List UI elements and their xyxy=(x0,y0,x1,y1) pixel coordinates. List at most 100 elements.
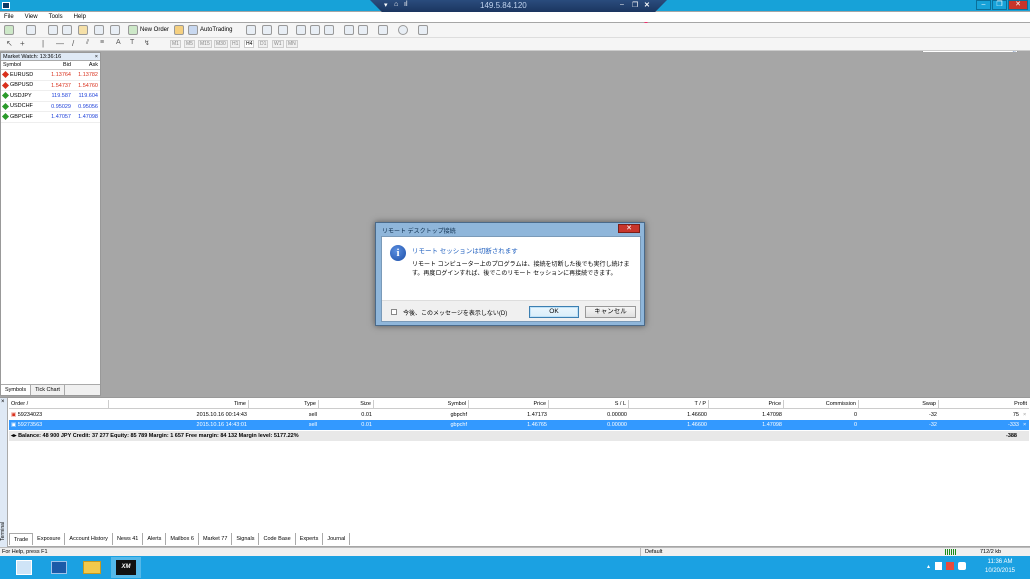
indicators-icon[interactable] xyxy=(378,25,388,35)
timeframe-h4[interactable]: H4 xyxy=(244,40,255,48)
tab-mailbox[interactable]: Mailbox 6 xyxy=(166,533,199,545)
header-commission[interactable]: Commission xyxy=(784,400,859,408)
header-size[interactable]: Size xyxy=(319,400,374,408)
arrows-tool-icon[interactable]: ↯ xyxy=(144,39,150,47)
header-time[interactable]: Time xyxy=(109,400,249,408)
ok-button[interactable]: OK xyxy=(529,306,579,318)
header-tp[interactable]: T / P xyxy=(629,400,709,408)
tab-journal[interactable]: Journal xyxy=(323,533,351,545)
header-current-price[interactable]: Price xyxy=(709,400,784,408)
header-swap[interactable]: Swap xyxy=(859,400,939,408)
market-watch-icon[interactable] xyxy=(48,25,58,35)
navigator-icon[interactable] xyxy=(62,25,72,35)
candlestick-icon[interactable] xyxy=(262,25,272,35)
trendline-icon[interactable]: / xyxy=(72,39,74,48)
tab-trade[interactable]: Trade xyxy=(9,533,34,545)
tab-account-history[interactable]: Account History xyxy=(65,533,113,545)
tile-windows-icon[interactable] xyxy=(324,25,334,35)
tab-symbols[interactable]: Symbols xyxy=(1,385,32,395)
dont-show-label[interactable]: 今後、このメッセージを表示しない(D) xyxy=(403,308,507,317)
tray-expand-icon[interactable]: ▴ xyxy=(927,563,930,570)
header-price[interactable]: Price xyxy=(469,400,549,408)
close-icon[interactable]: × xyxy=(1,399,5,405)
metaeditor-icon[interactable] xyxy=(174,25,184,35)
cursor-icon[interactable]: ↖ xyxy=(6,39,13,48)
label-tool-icon[interactable]: T xyxy=(130,39,134,46)
rdp-restore-button[interactable]: ❐ xyxy=(632,1,638,9)
tab-news[interactable]: News 41 xyxy=(113,533,144,545)
menu-tools[interactable]: Tools xyxy=(49,14,63,20)
new-chart-icon[interactable] xyxy=(4,25,14,35)
table-row-selected[interactable]: ▣ 59273563 2015.10.16 14:43:01 sell 0.01… xyxy=(9,420,1029,430)
line-chart-icon[interactable] xyxy=(278,25,288,35)
header-order[interactable]: Order / xyxy=(9,400,109,408)
market-watch-row[interactable]: EURUSD 1.13764 1.13782 xyxy=(1,70,100,81)
timeframe-mn[interactable]: MN xyxy=(286,40,298,48)
autotrading-button[interactable]: AutoTrading xyxy=(200,27,232,33)
network-icon[interactable] xyxy=(946,562,954,570)
header-bid[interactable]: Bid xyxy=(46,61,73,69)
minimize-button[interactable]: – xyxy=(976,0,991,10)
templates-icon[interactable] xyxy=(418,25,428,35)
market-watch-row[interactable]: GBPUSD 1.54737 1.54760 xyxy=(1,81,100,91)
close-button[interactable]: ✕ xyxy=(1008,0,1028,10)
tab-experts[interactable]: Experts xyxy=(296,533,324,545)
zoom-out-icon[interactable] xyxy=(310,25,320,35)
tab-market[interactable]: Market 77 xyxy=(199,533,233,545)
dialog-close-button[interactable]: ✕ xyxy=(618,224,640,233)
balance-row[interactable]: ◂▸ Balance: 48 900 JPY Credit: 37 277 Eq… xyxy=(9,431,1029,441)
timeframe-w1[interactable]: W1 xyxy=(272,40,284,48)
tab-alerts[interactable]: Alerts xyxy=(143,533,167,545)
new-order-button[interactable]: New Order xyxy=(140,27,169,33)
header-symbol[interactable]: Symbol xyxy=(1,61,46,69)
close-order-icon[interactable]: × xyxy=(1021,420,1029,430)
restore-button[interactable]: ❐ xyxy=(992,0,1007,10)
terminal-icon[interactable] xyxy=(94,25,104,35)
zoom-in-icon[interactable] xyxy=(296,25,306,35)
file-explorer-icon[interactable] xyxy=(78,557,108,578)
tester-icon[interactable] xyxy=(110,25,120,35)
crosshair-icon[interactable]: + xyxy=(20,39,25,48)
tab-tick-chart[interactable]: Tick Chart xyxy=(31,385,65,395)
close-order-icon[interactable]: × xyxy=(1021,410,1029,420)
menu-file[interactable]: File xyxy=(4,14,14,20)
market-watch-row[interactable]: USDCHF 0.95029 0.95056 xyxy=(1,102,100,112)
tab-exposure[interactable]: Exposure xyxy=(33,533,66,545)
timeframe-d1[interactable]: D1 xyxy=(258,40,269,48)
tab-code-base[interactable]: Code Base xyxy=(259,533,296,545)
volume-icon[interactable] xyxy=(958,562,966,570)
header-ask[interactable]: Ask xyxy=(73,61,100,69)
header-sl[interactable]: S / L xyxy=(549,400,629,408)
menu-view[interactable]: View xyxy=(25,14,38,20)
dont-show-checkbox[interactable] xyxy=(391,309,397,315)
clock-date[interactable]: 10/20/2015 xyxy=(978,568,1022,574)
pin-icon[interactable]: ▾ xyxy=(384,1,388,9)
xm-terminal-taskbar-button[interactable]: XM xyxy=(111,557,141,578)
bar-chart-icon[interactable] xyxy=(246,25,256,35)
flag-icon[interactable] xyxy=(935,562,942,570)
timeframe-m5[interactable]: M5 xyxy=(184,40,195,48)
tab-signals[interactable]: Signals xyxy=(232,533,260,545)
table-row[interactable]: ▣ 59234023 2015.10.16 00:14:43 sell 0.01… xyxy=(9,410,1029,420)
data-window-icon[interactable] xyxy=(78,25,88,35)
fibonacci-icon[interactable]: ≡ xyxy=(100,39,104,46)
chart-shift-icon[interactable] xyxy=(344,25,354,35)
timeframe-m30[interactable]: M30 xyxy=(214,40,228,48)
header-type[interactable]: Type xyxy=(249,400,319,408)
close-icon[interactable]: × xyxy=(95,53,98,61)
cancel-button[interactable]: キャンセル xyxy=(585,306,636,318)
horizontal-line-icon[interactable]: — xyxy=(56,39,64,48)
menu-help[interactable]: Help xyxy=(74,14,86,20)
autotrading-icon[interactable] xyxy=(188,25,198,35)
autoscroll-icon[interactable] xyxy=(358,25,368,35)
rdp-close-button[interactable]: ✕ xyxy=(644,1,650,9)
vertical-line-icon[interactable]: | xyxy=(42,39,44,48)
market-watch-row[interactable]: GBPCHF 1.47057 1.47098 xyxy=(1,112,100,123)
timeframe-h1[interactable]: H1 xyxy=(230,40,241,48)
text-tool-icon[interactable]: A xyxy=(116,39,121,46)
timeframe-m1[interactable]: M1 xyxy=(170,40,181,48)
market-watch-row[interactable]: USDJPY 119.587 119.604 xyxy=(1,91,100,102)
periods-icon[interactable] xyxy=(398,25,408,35)
rdp-minimize-button[interactable]: – xyxy=(620,1,624,8)
profiles-icon[interactable] xyxy=(26,25,36,35)
